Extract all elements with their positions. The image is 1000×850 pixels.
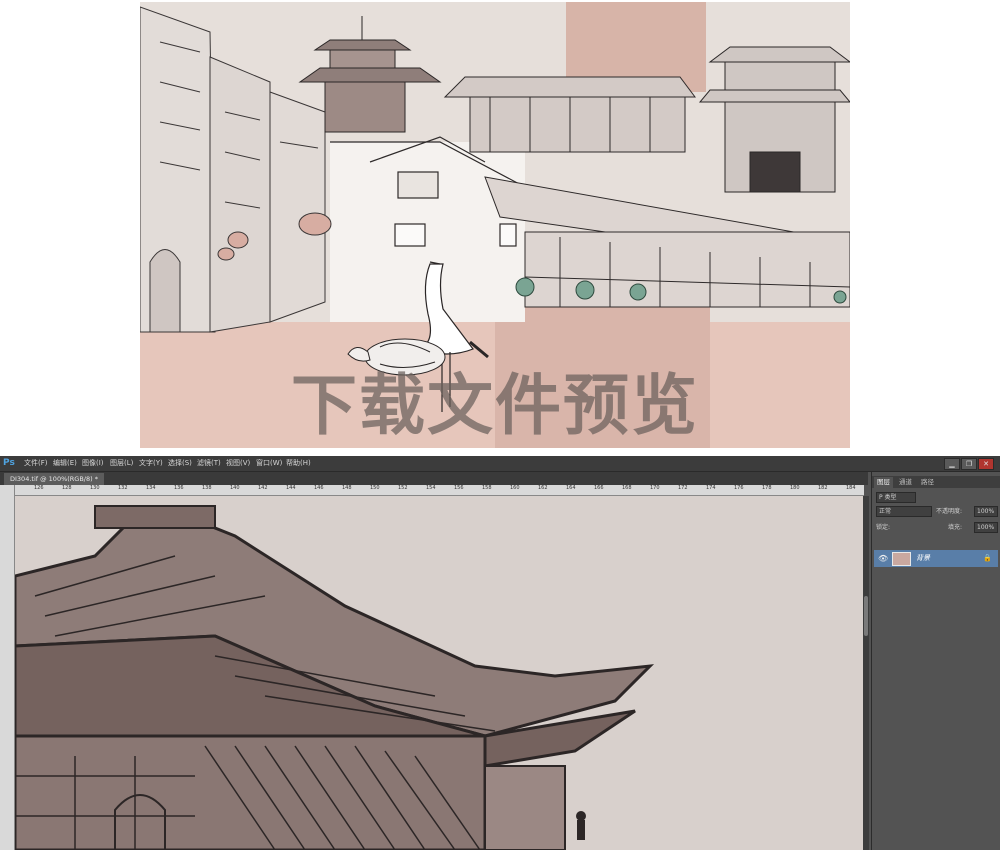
ruler-label: 170 bbox=[650, 485, 660, 491]
lock-row: 锁定: 填充: 100% bbox=[876, 522, 998, 533]
layer-filter-row: P 类型 bbox=[876, 492, 997, 503]
ruler-label: 146 bbox=[314, 485, 324, 491]
opacity-field[interactable]: 100% bbox=[974, 506, 998, 517]
ruler-label: 136 bbox=[174, 485, 184, 491]
blend-mode-select[interactable]: 正常 bbox=[876, 506, 932, 517]
layer-name: 背景 bbox=[916, 554, 930, 562]
tab-layers[interactable]: 图层 bbox=[874, 477, 893, 488]
minimize-icon[interactable]: ▁ bbox=[944, 458, 960, 470]
menu-select[interactable]: 选择(S) bbox=[168, 458, 192, 469]
close-icon[interactable]: ✕ bbox=[978, 458, 994, 470]
fill-label: 填充: bbox=[948, 524, 963, 531]
layer-background[interactable]: 👁 背景 🔒 bbox=[874, 550, 998, 567]
ruler-label: 168 bbox=[622, 485, 632, 491]
menu-edit[interactable]: 编辑(E) bbox=[53, 458, 77, 469]
scrollbar-thumb[interactable] bbox=[864, 596, 868, 636]
panel-tab-bar: 图层 通道 路径 bbox=[872, 476, 1000, 488]
vertical-ruler[interactable] bbox=[0, 485, 15, 850]
ruler-label: 164 bbox=[566, 485, 576, 491]
ruler-label: 172 bbox=[678, 485, 688, 491]
layers-panel: 图层 通道 路径 P 类型 正常 不透明度: 100% 锁定: 填充: 100%… bbox=[871, 472, 1000, 850]
menu-file[interactable]: 文件(F) bbox=[24, 458, 48, 469]
ruler-label: 178 bbox=[762, 485, 772, 491]
ruler-label: 142 bbox=[258, 485, 268, 491]
menu-layer[interactable]: 图层(L) bbox=[110, 458, 133, 469]
ruler-label: 174 bbox=[706, 485, 716, 491]
menu-bar: Ps 文件(F) 编辑(E) 图像(I) 图层(L) 文字(Y) 选择(S) 滤… bbox=[0, 456, 1000, 472]
lock-label: 锁定: bbox=[876, 524, 891, 531]
fill-field[interactable]: 100% bbox=[974, 522, 998, 533]
tab-paths[interactable]: 路径 bbox=[918, 477, 937, 488]
ruler-label: 160 bbox=[510, 485, 520, 491]
ruler-label: 154 bbox=[426, 485, 436, 491]
ruler-label: 176 bbox=[734, 485, 744, 491]
tab-channels[interactable]: 通道 bbox=[896, 477, 915, 488]
ruler-label: 158 bbox=[482, 485, 492, 491]
ruler-label: 132 bbox=[118, 485, 128, 491]
restore-icon[interactable]: ❐ bbox=[961, 458, 977, 470]
eye-icon[interactable]: 👁 bbox=[878, 554, 888, 563]
lock-icon[interactable]: 🔒 bbox=[983, 553, 992, 564]
watermark-text: 下载文件预览 bbox=[291, 367, 699, 444]
ruler-label: 162 bbox=[538, 485, 548, 491]
ruler-label: 140 bbox=[230, 485, 240, 491]
menu-type[interactable]: 文字(Y) bbox=[139, 458, 163, 469]
menu-help[interactable]: 帮助(H) bbox=[286, 458, 311, 469]
document-tab[interactable]: DI304.tif @ 100%(RGB/8) * bbox=[4, 473, 104, 485]
blend-row: 正常 不透明度: 100% bbox=[876, 506, 998, 517]
ruler-label: 134 bbox=[146, 485, 156, 491]
ruler-label: 184 bbox=[846, 485, 856, 491]
menu-window[interactable]: 窗口(W) bbox=[256, 458, 282, 469]
ruler-label: 156 bbox=[454, 485, 464, 491]
ruler-label: 130 bbox=[90, 485, 100, 491]
ruler-label: 138 bbox=[202, 485, 212, 491]
ruler-label: 180 bbox=[790, 485, 800, 491]
menu-image[interactable]: 图像(I) bbox=[82, 458, 104, 469]
layer-filter-select[interactable]: P 类型 bbox=[876, 492, 916, 503]
ruler-label: 166 bbox=[594, 485, 604, 491]
ruler-label: 182 bbox=[818, 485, 828, 491]
ruler-label: 148 bbox=[342, 485, 352, 491]
horizontal-ruler[interactable]: 126 128 130 132 134 136 138 140 142 144 … bbox=[14, 485, 864, 496]
ruler-label: 144 bbox=[286, 485, 296, 491]
menu-view[interactable]: 视图(V) bbox=[226, 458, 250, 469]
photoshop-window: Ps 文件(F) 编辑(E) 图像(I) 图层(L) 文字(Y) 选择(S) 滤… bbox=[0, 456, 1000, 850]
vertical-scrollbar[interactable] bbox=[863, 496, 869, 850]
ruler-label: 128 bbox=[62, 485, 72, 491]
layer-thumbnail bbox=[892, 552, 911, 566]
photoshop-logo-icon: Ps bbox=[3, 458, 15, 468]
zoomed-roof-illustration bbox=[15, 496, 863, 850]
opacity-label: 不透明度: bbox=[936, 508, 963, 515]
ruler-label: 152 bbox=[398, 485, 408, 491]
ruler-label: 126 bbox=[34, 485, 44, 491]
menu-filter[interactable]: 滤镜(T) bbox=[197, 458, 221, 469]
ruler-label: 150 bbox=[370, 485, 380, 491]
preview-image: 下载文件预览 bbox=[140, 2, 850, 448]
document-canvas[interactable] bbox=[15, 496, 863, 850]
document-tab-bar: DI304.tif @ 100%(RGB/8) * bbox=[0, 472, 868, 485]
